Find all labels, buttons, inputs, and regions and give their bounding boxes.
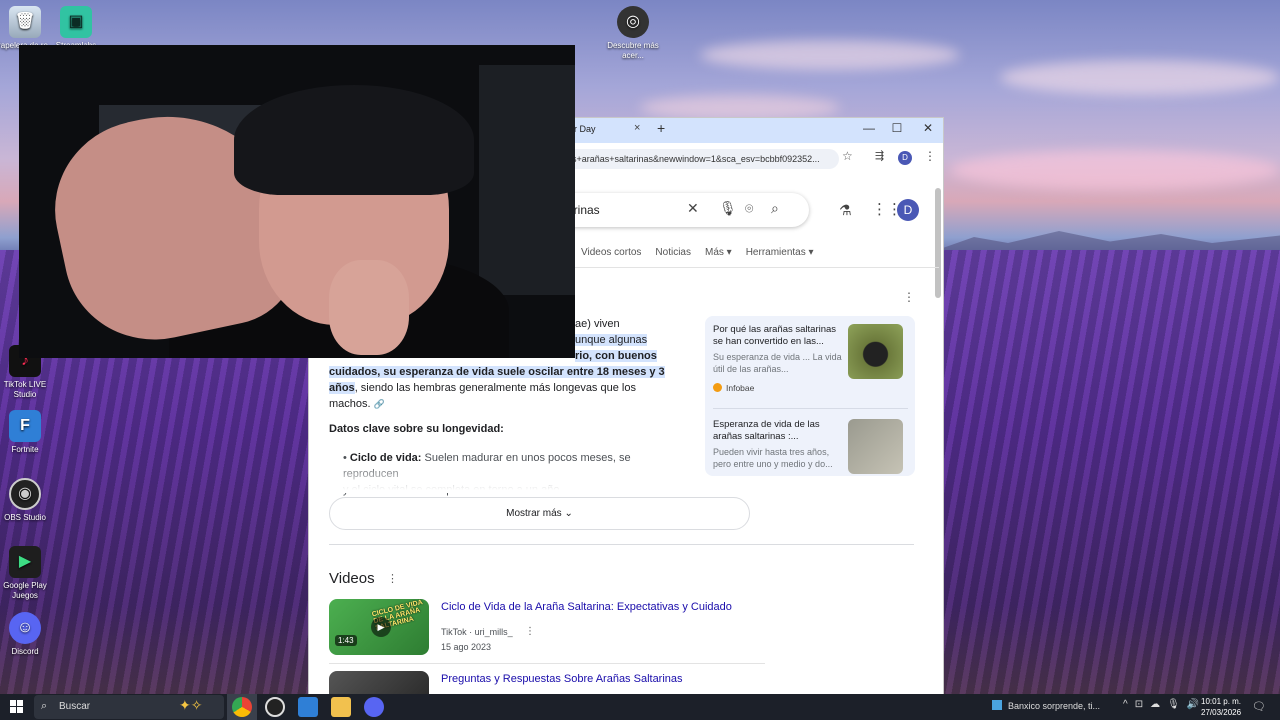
file-explorer-icon[interactable] (331, 697, 351, 717)
link-icon[interactable]: 🔗 (374, 399, 385, 409)
tab-noticias[interactable]: Noticias (655, 247, 691, 258)
sparkle-icon: ✦✧ (179, 697, 203, 713)
discord-taskbar-icon[interactable] (364, 697, 384, 717)
browser-menu-icon[interactable]: ⋮ (924, 149, 936, 163)
notifications-icon[interactable]: 🗨 (1252, 700, 1266, 713)
tab-close-icon[interactable]: × (634, 122, 640, 134)
search-icon: ⌕ (41, 700, 48, 712)
network-icon[interactable]: ⊡ (1135, 699, 1143, 710)
video-thumbnail[interactable]: CICLO DE VIDA DE LA ARAÑA SALTARINA ▶ 1:… (329, 599, 429, 655)
chevron-down-icon: ⌄ (564, 508, 573, 519)
video-date: 15 ago 2023 (441, 642, 492, 652)
desktop-icon-label: Discord (11, 647, 39, 656)
infobae-icon (713, 383, 722, 392)
discover-more-icon[interactable]: ◎ Descubre más acer... (603, 6, 663, 61)
taskbar-search-label: Buscar (59, 701, 91, 712)
card-source: Infobae (713, 383, 754, 393)
streamlabs-taskbar-icon[interactable] (265, 697, 285, 717)
clear-icon[interactable]: ✕ (687, 200, 699, 217)
source-cards: Por qué las arañas saltarinas se han con… (705, 316, 915, 476)
card-divider (713, 408, 908, 409)
video-options-icon[interactable]: ⋮ (525, 626, 535, 637)
maximize-icon[interactable]: ☐ (887, 121, 907, 135)
source-card[interactable]: Esperanza de vida de las arañas saltarin… (713, 411, 908, 476)
webcam-overlay (19, 45, 575, 358)
obs-studio-icon[interactable]: ◉ OBS Studio (0, 478, 55, 523)
card-title[interactable]: Por qué las arañas saltarinas se han con… (713, 324, 843, 348)
bookmark-star-icon[interactable]: ☆ (842, 149, 853, 163)
card-title[interactable]: Esperanza de vida de las arañas saltarin… (713, 419, 843, 443)
news-icon (992, 700, 1002, 710)
tab-videos-cortos[interactable]: Videos cortos (581, 247, 641, 258)
video-divider (329, 663, 765, 664)
spider-thumbnail (848, 419, 903, 474)
lens-icon[interactable]: ⌾ (745, 200, 753, 217)
tab-herramientas[interactable]: Herramientas ▾ (746, 247, 814, 258)
taskbar: ⌕ Buscar ✦✧ Banxico sorprende, ti... ^ ⊡… (0, 694, 1280, 720)
news-widget[interactable]: Banxico sorprende, ti... (992, 700, 1100, 711)
video-title[interactable]: Ciclo de Vida de la Araña Saltarina: Exp… (441, 601, 732, 613)
tab-mas[interactable]: Más ▾ (705, 247, 732, 258)
desktop-icon-label: Fortnite (11, 445, 39, 454)
discord-icon[interactable]: ☺ Discord (0, 612, 55, 657)
account-avatar[interactable]: D (897, 199, 919, 221)
overview-options-icon[interactable]: ⋮ (903, 290, 915, 304)
show-more-button[interactable]: Mostrar más ⌄ (329, 497, 750, 530)
source-card[interactable]: Por qué las arañas saltarinas se han con… (713, 316, 908, 393)
microphone-tray-icon[interactable]: 🎙 (1167, 699, 1180, 710)
system-tray: ^ ⊡ ☁ 🎙 🔊 (1123, 699, 1199, 710)
clock[interactable]: 10:01 p. m. 27/03/2026 (1201, 696, 1241, 718)
cloud-icon[interactable]: ☁ (1150, 699, 1160, 710)
volume-icon[interactable]: 🔊 (1187, 699, 1199, 710)
profile-avatar[interactable]: D (898, 151, 912, 165)
chevron-up-icon[interactable]: ^ (1123, 699, 1128, 710)
text-fade (329, 463, 689, 493)
search-nav-tabs: Videos cortos Noticias Más ▾ Herramienta… (581, 247, 814, 258)
taskbar-search[interactable]: ⌕ Buscar ✦✧ (34, 695, 224, 719)
extensions-icon[interactable]: ⇶ (875, 149, 884, 162)
card-snippet: Pueden vivir hasta tres años, pero entre… (713, 447, 833, 469)
videos-heading: Videos (329, 570, 375, 587)
video-title[interactable]: Preguntas y Respuestas Sobre Arañas Salt… (441, 673, 683, 685)
start-icon[interactable] (10, 700, 23, 713)
labs-icon[interactable]: ⚗ (839, 202, 852, 219)
search-icon[interactable]: ⌕ (771, 200, 779, 217)
video-thumbnail[interactable] (329, 671, 429, 694)
play-icon[interactable]: ▶ (371, 617, 391, 637)
section-divider (329, 544, 914, 545)
desktop-icon-label: Google Play Juegos (3, 581, 47, 600)
microphone-icon[interactable]: 🎙 (719, 200, 737, 217)
close-window-icon[interactable]: ✕ (918, 121, 938, 135)
videos-options-icon[interactable]: ⋮ (387, 572, 398, 585)
desktop-icon-label: OBS Studio (4, 513, 46, 522)
key-facts-heading: Datos clave sobre su longevidad: (329, 423, 504, 435)
fortnite-icon[interactable]: F Fortnite (0, 410, 55, 455)
video-duration: 1:43 (335, 635, 357, 646)
google-play-games-icon[interactable]: ▶ Google Play Juegos (0, 546, 55, 601)
desktop-icon-label: TikTok LIVE Studio (3, 380, 47, 399)
video-source: TikTok · uri_mills_ (441, 627, 513, 637)
spider-thumbnail (848, 324, 903, 379)
fortnite-taskbar-icon[interactable] (298, 697, 318, 717)
new-tab-icon[interactable]: + (657, 120, 665, 136)
chrome-icon[interactable] (232, 697, 252, 717)
minimize-icon[interactable]: — (859, 121, 879, 135)
page-scrollbar[interactable] (935, 188, 941, 298)
desktop-icon-label: Descubre más acer... (607, 41, 659, 60)
card-snippet: Su esperanza de vida ... La vida útil de… (713, 352, 842, 374)
